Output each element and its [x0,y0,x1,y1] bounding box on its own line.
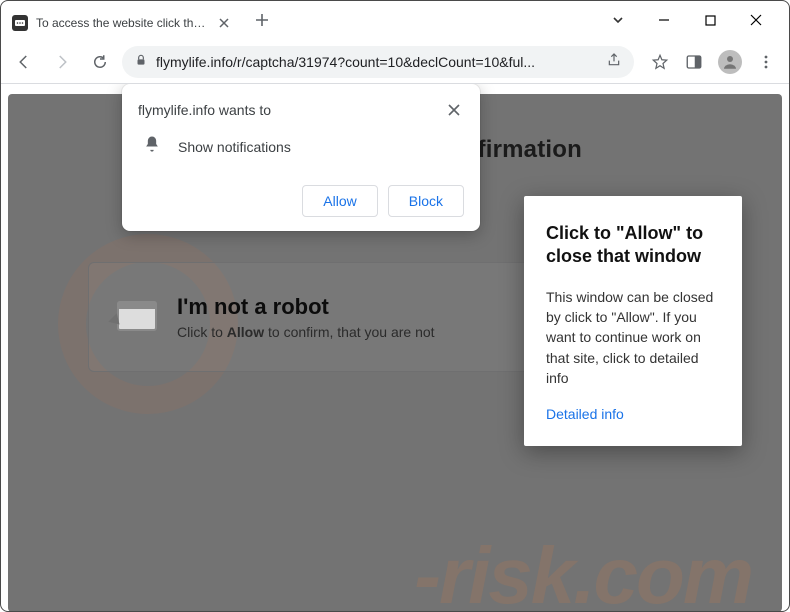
maximize-button[interactable] [696,6,724,34]
watermark: -risk.com [414,530,752,612]
address-bar[interactable]: flymylife.info/r/captcha/31974?count=10&… [122,46,634,78]
robot-sub-bold: Allow [227,324,264,340]
captcha-card: I'm not a robot Click to Allow to confir… [88,262,562,372]
robot-heading: I'm not a robot [177,294,435,320]
window-titlebar: To access the website click the "A [0,0,790,40]
block-button[interactable]: Block [388,185,464,217]
robot-subtext: Click to Allow to confirm, that you are … [177,324,435,340]
menu-icon[interactable] [756,52,776,72]
bell-icon [142,134,162,159]
back-button[interactable] [8,46,40,78]
info-title: Click to "Allow" to close that window [546,222,720,269]
browser-window-icon [111,297,159,337]
notif-origin: flymylife.info wants to [138,102,271,118]
detailed-info-link[interactable]: Detailed info [546,406,624,422]
forward-button[interactable] [46,46,78,78]
info-panel: Click to "Allow" to close that window Th… [524,196,742,446]
robot-sub-post: to confirm, that you are not [264,324,434,340]
new-tab-button[interactable] [248,6,276,34]
url-text: flymylife.info/r/captcha/31974?count=10&… [156,54,598,70]
reload-button[interactable] [84,46,116,78]
side-panel-icon[interactable] [684,52,704,72]
minimize-button[interactable] [650,6,678,34]
share-icon[interactable] [606,52,622,71]
browser-toolbar: flymylife.info/r/captcha/31974?count=10&… [0,40,790,84]
close-window-button[interactable] [742,6,770,34]
allow-button[interactable]: Allow [302,185,377,217]
lock-icon [134,53,148,70]
notification-permission-dialog: flymylife.info wants to Show notificatio… [122,84,480,231]
notif-message: Show notifications [178,139,291,155]
favicon-icon [12,15,28,31]
star-icon[interactable] [650,52,670,72]
close-icon[interactable] [444,100,464,120]
page-content: confirmation I'm not a robot Click to Al… [0,84,790,612]
chevron-down-icon[interactable] [604,6,632,34]
tab-close-icon[interactable] [216,15,232,31]
browser-tab[interactable]: To access the website click the "A [0,6,240,40]
info-body: This window can be closed by click to "A… [546,287,720,388]
robot-sub-pre: Click to [177,324,227,340]
profile-avatar[interactable] [718,50,742,74]
tab-title: To access the website click the "A [36,16,208,30]
